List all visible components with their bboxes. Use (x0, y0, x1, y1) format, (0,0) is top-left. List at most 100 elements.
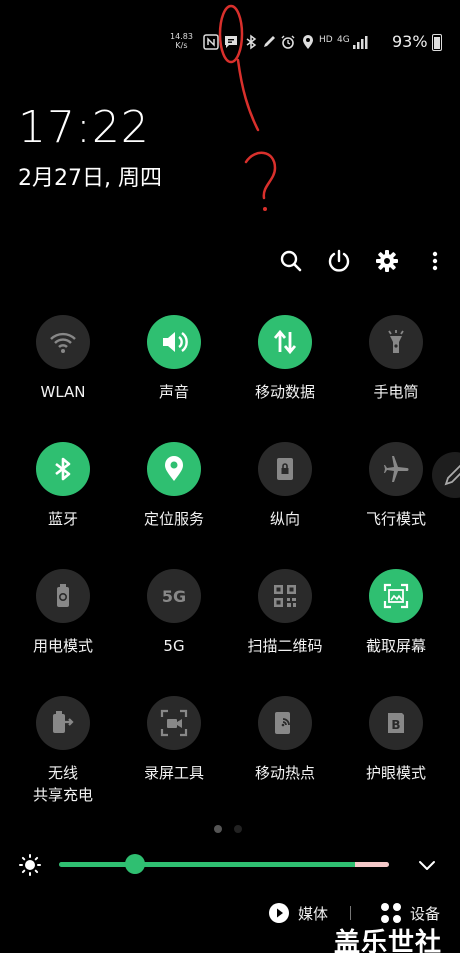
tile-label: WLAN (40, 383, 86, 401)
nfc-icon (203, 34, 219, 50)
divider (350, 906, 351, 920)
page-dot (234, 825, 242, 833)
tile-toggle[interactable] (147, 696, 201, 750)
bluetooth-icon (49, 455, 77, 483)
tile-toggle[interactable] (369, 442, 423, 496)
settings-button[interactable] (372, 246, 402, 276)
tile-label: 截取屏幕 (365, 637, 426, 655)
hd-indicator: HD (319, 35, 333, 45)
tile-toggle[interactable] (36, 442, 90, 496)
battery-icon (432, 34, 442, 51)
pencil-icon (444, 464, 460, 486)
tile-label: 蓝牙 (47, 510, 78, 528)
tile-volume[interactable]: 声音 (119, 315, 229, 403)
tile-label: 飞行模式 (365, 510, 426, 528)
tile-label: 声音 (158, 383, 189, 401)
message-icon (225, 36, 237, 48)
devices-icon (381, 903, 401, 923)
alarm-icon (281, 35, 295, 49)
tile-eye-comfort[interactable]: B 护眼模式 (341, 696, 451, 784)
annotation-question-dot (263, 207, 267, 211)
speed-unit: K/s (175, 41, 188, 50)
devices-button[interactable]: 设备 (380, 902, 440, 924)
tile-label: 扫描二维码 (247, 637, 323, 655)
tile-label: 移动热点 (254, 764, 315, 782)
hotspot-icon (270, 708, 300, 738)
pen-icon (264, 36, 275, 47)
tile-toggle[interactable] (147, 442, 201, 496)
speed-value: 14.83 (170, 32, 193, 41)
flashlight-icon (382, 328, 410, 356)
brightness-icon (19, 854, 41, 876)
tile-wifi[interactable]: WLAN (8, 315, 118, 403)
tile-toggle[interactable] (147, 315, 201, 369)
signal-type: 4G (337, 35, 350, 45)
brightness-slider-end (355, 862, 389, 867)
power-icon (328, 249, 350, 272)
tile-toggle[interactable]: 5G (147, 569, 201, 623)
tile-toggle[interactable] (36, 569, 90, 623)
brightness-slider-thumb[interactable] (124, 854, 145, 874)
more-options-button[interactable] (420, 246, 450, 276)
tile-toggle[interactable] (258, 569, 312, 623)
tile-toggle[interactable]: B (369, 696, 423, 750)
tile-power-mode[interactable]: 用电模式 (8, 569, 118, 657)
tile-toggle[interactable] (258, 442, 312, 496)
tile-toggle[interactable] (258, 315, 312, 369)
media-button[interactable]: 媒体 (268, 902, 328, 924)
status-bar: 14.83 K/s HD 4G 93% (0, 30, 460, 54)
settings-icon (376, 250, 398, 272)
bluetooth-icon (246, 34, 257, 50)
tile-toggle[interactable] (258, 696, 312, 750)
media-label: 媒体 (298, 904, 329, 923)
tile-wireless-share[interactable]: 无线 共享充电 (8, 696, 118, 806)
location-icon (303, 35, 313, 49)
tile-toggle[interactable] (369, 569, 423, 623)
tile-bluetooth[interactable]: 蓝牙 (8, 442, 118, 530)
qr-code-icon (271, 582, 299, 610)
5g-icon: 5G (157, 583, 191, 609)
tile-label: 纵向 (269, 510, 300, 528)
tile-portrait-lock[interactable]: 纵向 (230, 442, 340, 530)
expand-chevron-icon[interactable] (416, 854, 438, 876)
tile-label: 护眼模式 (365, 764, 426, 782)
page-dot-active (214, 825, 222, 833)
power-button[interactable] (324, 246, 354, 276)
tile-toggle[interactable] (36, 315, 90, 369)
wifi-icon (49, 328, 77, 356)
brightness-slider-track[interactable] (59, 862, 389, 867)
tile-screenshot[interactable]: 截取屏幕 (341, 569, 451, 657)
signal-icon (353, 36, 368, 49)
annotation-question-mark (244, 151, 277, 200)
annotation-line (236, 58, 260, 132)
tile-qr-code[interactable]: 扫描二维码 (230, 569, 340, 657)
tile-flashlight[interactable]: 手电筒 (341, 315, 451, 403)
screenshot-icon (381, 581, 411, 611)
portrait-lock-icon (271, 455, 299, 483)
clock-date[interactable]: 2月27日, 周四 (18, 160, 162, 192)
tile-hotspot[interactable]: 移动热点 (230, 696, 340, 784)
screen-record-icon (159, 708, 189, 738)
tile-mobile-data[interactable]: 移动数据 (230, 315, 340, 403)
tile-label: 手电筒 (373, 383, 419, 401)
airplane-icon (381, 454, 411, 484)
brightness-slider-fill (59, 862, 355, 867)
tile-toggle[interactable] (369, 315, 423, 369)
location-icon (160, 455, 188, 483)
tile-label: 无线 共享充电 (32, 764, 93, 804)
tile-label: 录屏工具 (143, 764, 204, 782)
watermark: 盖乐世社区 (334, 928, 443, 953)
search-icon (280, 250, 302, 272)
tile-location[interactable]: 定位服务 (119, 442, 229, 530)
tile-screen-record[interactable]: 录屏工具 (119, 696, 229, 784)
clock-time[interactable]: 17:22 (18, 102, 150, 153)
tile-toggle[interactable] (36, 696, 90, 750)
more-icon (432, 251, 438, 271)
search-button[interactable] (276, 246, 306, 276)
tile-label: 定位服务 (143, 510, 204, 528)
tile-label: 移动数据 (254, 383, 315, 401)
tile-5g[interactable]: 5G 5G (119, 569, 229, 657)
svg-text:5G: 5G (162, 587, 186, 606)
battery-percent: 93% (392, 32, 428, 51)
power-mode-icon (49, 582, 77, 610)
